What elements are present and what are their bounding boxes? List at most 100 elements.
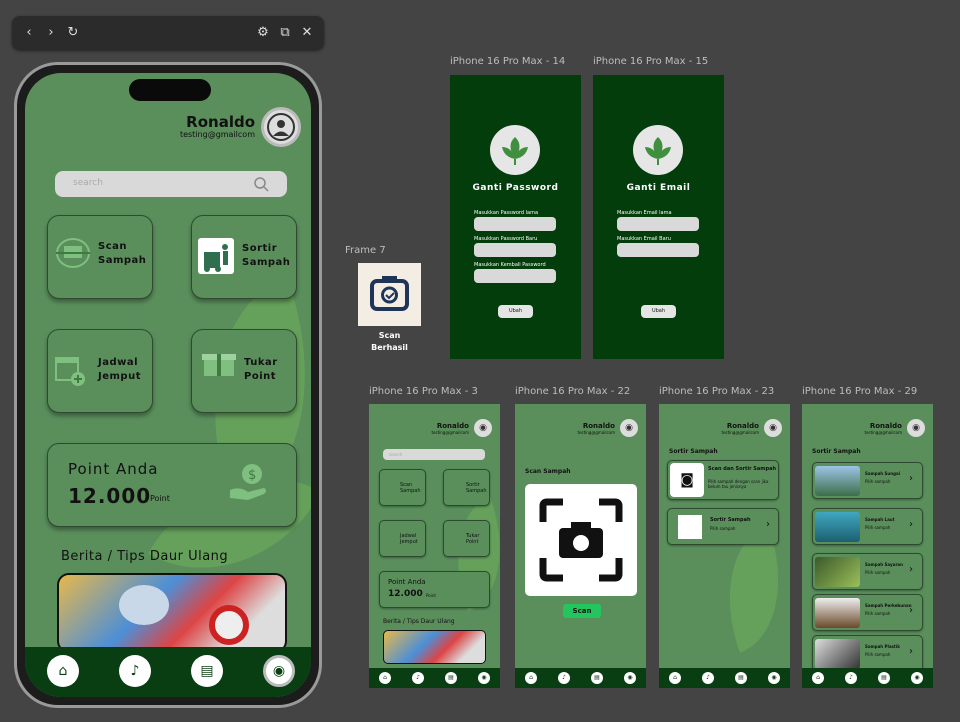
card-label: Sortir Sampah — [242, 243, 291, 268]
old-password-input[interactable] — [474, 217, 556, 231]
bell-icon[interactable]: ♪ — [702, 672, 714, 684]
news-title: Berita / Tips Daur Ulang — [61, 549, 229, 564]
user-email: testing@gmailcom — [431, 430, 469, 435]
profile-icon[interactable]: ◉ — [768, 672, 780, 684]
item-title: Sampah Sayuran — [865, 562, 903, 567]
news-image[interactable] — [383, 630, 486, 664]
avatar[interactable]: ◉ — [907, 419, 925, 437]
list-item[interactable]: ◙ Scan dan Sortir Sampah Pilih sampah de… — [667, 460, 779, 500]
profile-icon[interactable]: ◉ — [911, 672, 923, 684]
ticket-icon[interactable]: ▤ — [445, 672, 457, 684]
frame-sortir-list[interactable]: Ronaldo testing@gmailcom ◉ Sortir Sampah… — [802, 404, 933, 688]
ticket-icon[interactable]: ▤ — [191, 655, 223, 687]
item-desc: Pilih sampah — [865, 479, 891, 484]
user-email: testing@gmailcom — [864, 430, 902, 435]
card-label: Tukar Point — [466, 533, 480, 545]
search-input[interactable]: search — [383, 449, 485, 460]
search-input[interactable]: search — [55, 171, 287, 197]
avatar[interactable]: ◉ — [474, 419, 492, 437]
point-card[interactable]: Point Anda 12.000 Point — [379, 571, 490, 608]
list-item[interactable]: Sortir Sampah Pilih sampah › — [667, 508, 779, 545]
chevron-right-icon: › — [909, 646, 913, 657]
forward-icon[interactable]: › — [42, 24, 60, 42]
list-item[interactable]: Sampah Laut Pilih sampah › — [812, 508, 923, 545]
confirm-password-input[interactable] — [474, 269, 556, 283]
scan-button[interactable]: Scan — [563, 604, 601, 618]
ubah-button[interactable]: Ubah — [498, 305, 533, 318]
ticket-icon[interactable]: ▤ — [591, 672, 603, 684]
avatar[interactable]: ◉ — [620, 419, 638, 437]
card-tukar-point[interactable]: Tukar Point — [443, 520, 490, 557]
bell-icon[interactable]: ♪ — [845, 672, 857, 684]
card-jadwal-jemput[interactable]: Jadwal Jemput — [379, 520, 426, 557]
frame-label: iPhone 16 Pro Max - 23 — [659, 386, 775, 397]
card-sortir-sampah[interactable]: Sortir Sampah — [443, 469, 490, 506]
field-label: Masukkan Password lama — [474, 210, 539, 216]
list-item[interactable]: Sampah Perkebunan Pilih sampah › — [812, 594, 923, 631]
ubah-button[interactable]: Ubah — [641, 305, 676, 318]
close-icon[interactable]: ✕ — [298, 24, 316, 42]
avatar[interactable]: ◉ — [764, 419, 782, 437]
trash-bin-icon — [678, 515, 702, 539]
card-sortir-sampah[interactable]: Sortir Sampah — [191, 215, 297, 299]
home-icon[interactable]: ⌂ — [47, 655, 79, 687]
back-icon[interactable]: ‹ — [20, 24, 38, 42]
profile-icon[interactable]: ◉ — [263, 655, 295, 687]
list-item[interactable]: Sampah Sayuran Pilih sampah › — [812, 553, 923, 590]
chevron-right-icon: › — [909, 519, 913, 530]
reload-icon[interactable]: ↻ — [64, 24, 82, 42]
field-label: Masukkan Kembali Password — [474, 262, 546, 268]
new-password-input[interactable] — [474, 243, 556, 257]
home-icon[interactable]: ⌂ — [669, 672, 681, 684]
old-email-input[interactable] — [617, 217, 699, 231]
home-icon[interactable]: ⌂ — [812, 672, 824, 684]
profile-icon[interactable]: ◉ — [624, 672, 636, 684]
list-item[interactable]: Sampah Sungai Pilih sampah › — [812, 462, 923, 499]
bottom-nav: ⌂ ♪ ▤ ◉ — [802, 668, 933, 688]
settings-icon[interactable]: ⚙ — [254, 24, 272, 42]
point-value: 12.000 — [68, 484, 152, 508]
item-image — [815, 466, 860, 496]
item-desc: Pilih sampah dengan scan jika belum tau … — [708, 479, 769, 489]
leaf-logo-icon — [490, 125, 540, 175]
frame-label: iPhone 16 Pro Max - 3 — [369, 386, 478, 397]
ticket-icon[interactable]: ▤ — [878, 672, 890, 684]
section-title: Sortir Sampah — [812, 448, 861, 455]
item-desc: Pilih sampah — [865, 652, 891, 657]
new-email-input[interactable] — [617, 243, 699, 257]
bell-icon[interactable]: ♪ — [412, 672, 424, 684]
bell-icon[interactable]: ♪ — [119, 655, 151, 687]
leaf-logo-icon — [633, 125, 683, 175]
item-image — [815, 512, 860, 542]
frame-ganti-email[interactable]: Ganti Email Masukkan Email lama Masukkan… — [593, 75, 724, 359]
card-jadwal-jemput[interactable]: Jadwal Jemput — [47, 329, 153, 413]
frame-label: iPhone 16 Pro Max - 22 — [515, 386, 631, 397]
ticket-icon[interactable]: ▤ — [735, 672, 747, 684]
bell-icon[interactable]: ♪ — [558, 672, 570, 684]
list-item[interactable]: Sampah Plastik Pilih sampah › — [812, 635, 923, 672]
card-label: Tukar Point — [244, 357, 278, 382]
item-title: Sampah Laut — [865, 517, 895, 522]
frame-scan-sampah[interactable]: Ronaldo testing@gmailcom ◉ Scan Sampah S… — [515, 404, 646, 688]
bottom-nav: ⌂ ♪ ▤ ◉ — [369, 668, 500, 688]
trash-bin-icon — [198, 238, 234, 274]
profile-icon[interactable]: ◉ — [478, 672, 490, 684]
news-image[interactable] — [57, 573, 287, 653]
point-card[interactable]: Point Anda 12.000 Point $ — [47, 443, 297, 527]
home-icon[interactable]: ⌂ — [525, 672, 537, 684]
scanner-preview[interactable] — [525, 484, 637, 596]
home-icon[interactable]: ⌂ — [379, 672, 391, 684]
frame-sortir-menu[interactable]: Ronaldo testing@gmailcom ◉ Sortir Sampah… — [659, 404, 790, 688]
item-title: Sampah Sungai — [865, 471, 901, 476]
frame-scan-berhasil[interactable] — [358, 263, 421, 326]
avatar[interactable] — [261, 107, 301, 147]
card-scan-sampah[interactable]: Scan Sampah — [47, 215, 153, 299]
frame-home[interactable]: Ronaldo testing@gmailcom ◉ search Scan S… — [369, 404, 500, 688]
svg-text:$: $ — [248, 468, 256, 483]
card-tukar-point[interactable]: Tukar Point — [191, 329, 297, 413]
user-name: Ronaldo — [869, 422, 902, 430]
frame-label: Frame 7 — [345, 245, 386, 256]
open-external-icon[interactable]: ⧉ — [276, 24, 294, 42]
frame-ganti-password[interactable]: Ganti Password Masukkan Password lama Ma… — [450, 75, 581, 359]
card-scan-sampah[interactable]: Scan Sampah — [379, 469, 426, 506]
